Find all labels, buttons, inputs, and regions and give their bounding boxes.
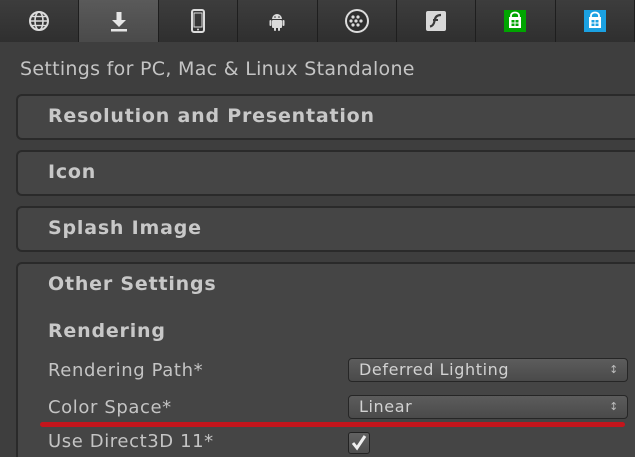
platform-tab-standalone[interactable] (79, 0, 159, 42)
section-resolution-and-presentation[interactable]: Resolution and Presentation (16, 94, 635, 140)
color-space-value: Linear (359, 397, 413, 416)
color-space-label: Color Space* (48, 397, 172, 418)
rendering-path-dropdown[interactable]: Deferred Lighting ↕ (348, 358, 628, 382)
phone-icon (190, 9, 205, 33)
platform-tab-windows-store-blue[interactable] (555, 0, 635, 42)
use-direct3d-11-label: Use Direct3D 11* (48, 431, 214, 452)
globe-icon (29, 11, 50, 31)
rendering-path-value: Deferred Lighting (359, 360, 510, 379)
rendering-subheader: Rendering (48, 320, 166, 342)
platform-tab-web-player[interactable] (0, 0, 80, 42)
use-direct3d-11-checkbox[interactable] (348, 432, 370, 454)
rendering-path-label: Rendering Path* (48, 360, 204, 381)
blackberry-icon (344, 9, 369, 33)
section-other-settings: Other Settings Rendering Rendering Path*… (16, 262, 635, 457)
platform-tab-flash[interactable] (396, 0, 477, 42)
platform-tab-windows-store-green[interactable] (476, 0, 556, 42)
platform-tab-blackberry[interactable] (317, 0, 397, 42)
section-header-label[interactable]: Other Settings (48, 273, 217, 295)
section-icon[interactable]: Icon (16, 150, 635, 196)
section-splash-image[interactable]: Splash Image (16, 206, 635, 252)
dropdown-arrows-icon: ↕ (609, 363, 619, 376)
platform-tab-android[interactable] (238, 0, 318, 42)
dropdown-arrows-icon: ↕ (609, 400, 619, 413)
section-header-label: Resolution and Presentation (48, 105, 375, 127)
flash-icon (426, 11, 447, 31)
section-header-label: Icon (48, 161, 97, 183)
platform-tab-ios[interactable] (158, 0, 239, 42)
section-header-label: Splash Image (48, 217, 202, 239)
color-space-dropdown[interactable]: Linear ↕ (348, 395, 628, 419)
store-icon (583, 10, 606, 32)
highlight-underline (40, 422, 625, 427)
page-title: Settings for PC, Mac & Linux Standalone (20, 58, 415, 80)
checkmark-icon (351, 435, 367, 451)
store-icon (504, 10, 527, 32)
platform-tab-bar (0, 0, 635, 42)
android-icon (269, 14, 285, 31)
download-icon (110, 12, 127, 32)
